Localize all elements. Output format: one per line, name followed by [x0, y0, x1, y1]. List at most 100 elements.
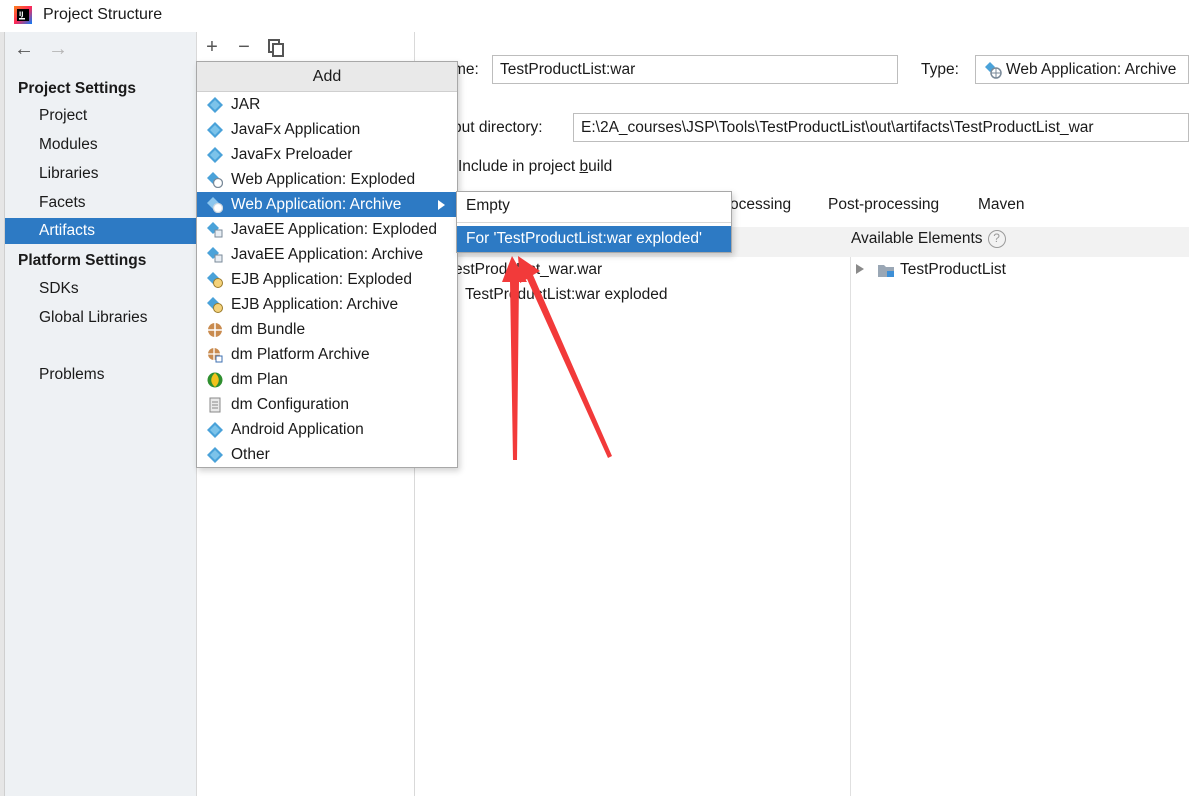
add-menu-title: Add — [197, 62, 457, 92]
platform-archive-icon — [208, 348, 223, 363]
module-folder-icon — [878, 265, 894, 277]
menu-item-label: Android Application — [231, 421, 364, 438]
ejb-artifact-icon — [207, 272, 223, 288]
menu-item-label: dm Bundle — [231, 321, 306, 338]
tab-post-processing[interactable]: Post-processing — [828, 196, 939, 214]
menu-item-javaee-application-archive[interactable]: JavaEE Application: Archive — [197, 242, 457, 267]
back-arrow-icon[interactable]: ← — [13, 38, 35, 60]
bundle-icon — [208, 323, 222, 337]
submenu-item-for-exploded[interactable]: For 'TestProductList:war exploded' — [457, 226, 731, 252]
sidebar-item-global-libraries[interactable]: Global Libraries — [5, 305, 196, 331]
configuration-icon — [209, 397, 221, 413]
available-elements-header: Available Elements ? — [851, 230, 1006, 248]
artifact-diamond-icon — [207, 147, 223, 163]
menu-item-android-application[interactable]: Android Application — [197, 417, 457, 442]
menu-item-label: JavaFx Preloader — [231, 146, 353, 163]
include-in-build-checkbox-label[interactable]: Include in project build — [458, 158, 612, 176]
menu-item-javafx-preloader[interactable]: JavaFx Preloader — [197, 142, 457, 167]
web-artifact-icon — [985, 61, 1002, 79]
output-directory-label: put directory: — [453, 119, 543, 136]
web-artifact-icon — [207, 197, 223, 213]
type-label: Type: — [921, 61, 959, 78]
output-tree-exploded-item[interactable]: TestProductList:war exploded — [465, 286, 667, 304]
sidebar-item-project[interactable]: Project — [5, 103, 196, 129]
javaee-artifact-icon — [207, 247, 223, 263]
sidebar-item-facets[interactable]: Facets — [5, 190, 196, 216]
output-tree-war-file[interactable]: estProduList_war.war — [454, 261, 602, 279]
tab-pre-processing[interactable]: ocessing — [730, 196, 791, 214]
menu-item-web-application-exploded[interactable]: Web Application: Exploded — [197, 167, 457, 192]
title-bar: IJ Project Structure — [0, 0, 1189, 32]
navigation-arrows: ← → — [13, 38, 69, 60]
forward-arrow-icon: → — [48, 38, 68, 60]
menu-item-jar[interactable]: JAR — [197, 92, 457, 117]
war-file-label-head: estProdu — [454, 261, 517, 278]
artifact-diamond-icon — [207, 422, 223, 438]
pane-divider[interactable] — [850, 257, 851, 796]
sidebar-item-libraries[interactable]: Libraries — [5, 161, 196, 187]
svg-text:IJ: IJ — [19, 11, 23, 18]
menu-item-javaee-application-exploded[interactable]: JavaEE Application: Exploded — [197, 217, 457, 242]
exploded-label-head: TestProd — [465, 286, 527, 303]
menu-item-label: JavaFx Application — [231, 121, 361, 138]
menu-item-ejb-application-archive[interactable]: EJB Application: Archive — [197, 292, 457, 317]
submenu-separator — [457, 222, 731, 223]
menu-item-label: JAR — [231, 96, 261, 113]
artifact-editor: me: TestProductList:war Type: Web Applic… — [416, 32, 1189, 796]
remove-icon[interactable]: − — [235, 36, 253, 58]
menu-item-label: Other — [231, 446, 270, 463]
add-artifact-menu: Add JAR JavaFx Application JavaFx Preloa… — [196, 61, 458, 468]
copy-icon[interactable] — [267, 36, 285, 58]
type-combobox[interactable]: Web Application: Archive — [975, 55, 1189, 84]
name-field[interactable]: TestProductList:war — [492, 55, 898, 84]
sidebar-item-artifacts[interactable]: Artifacts — [5, 218, 196, 244]
exploded-label-tail: uctList:war exploded — [526, 286, 668, 303]
web-artifact-icon — [207, 172, 223, 188]
sidebar-item-modules[interactable]: Modules — [5, 132, 196, 158]
platform-settings-header: Platform Settings — [18, 252, 147, 269]
ejb-artifact-icon — [207, 297, 223, 313]
add-icon[interactable]: + — [203, 36, 221, 58]
menu-item-label: EJB Application: Archive — [231, 296, 399, 313]
menu-item-dm-bundle[interactable]: dm Bundle — [197, 317, 457, 342]
war-file-label-tail: List_war.war — [516, 261, 603, 278]
menu-item-dm-configuration[interactable]: dm Configuration — [197, 392, 457, 417]
submenu-arrow-icon — [438, 200, 445, 210]
available-elements-label: Available Elements — [851, 230, 983, 247]
plan-icon — [207, 372, 223, 388]
artifact-diamond-icon — [207, 447, 223, 463]
menu-item-other[interactable]: Other — [197, 442, 457, 467]
intellij-logo-icon: IJ — [14, 6, 32, 24]
menu-item-label: dm Configuration — [231, 396, 350, 413]
include-label-mnemonic: b — [579, 158, 589, 175]
output-directory-field[interactable]: E:\2A_courses\JSP\Tools\TestProductList\… — [573, 113, 1189, 142]
artifacts-toolbar: + − — [203, 36, 285, 58]
menu-item-web-application-archive[interactable]: Web Application: Archive — [197, 192, 457, 217]
menu-item-label: JavaEE Application: Exploded — [231, 221, 437, 238]
artifact-diamond-icon — [207, 122, 223, 138]
web-archive-submenu: Empty For 'TestProductList:war exploded' — [456, 191, 732, 253]
available-tree-module[interactable]: TestProductList — [900, 261, 1006, 279]
menu-item-label: EJB Application: Exploded — [231, 271, 412, 288]
project-settings-header: Project Settings — [18, 80, 136, 97]
menu-item-ejb-application-exploded[interactable]: EJB Application: Exploded — [197, 267, 457, 292]
menu-item-dm-plan[interactable]: dm Plan — [197, 367, 457, 392]
menu-item-javafx-application[interactable]: JavaFx Application — [197, 117, 457, 142]
menu-item-label: Web Application: Exploded — [231, 171, 416, 188]
menu-item-label: Web Application: Archive — [231, 196, 402, 213]
sidebar-item-problems[interactable]: Problems — [5, 362, 196, 388]
type-combobox-value: Web Application: Archive — [1006, 61, 1177, 78]
menu-item-label: JavaEE Application: Archive — [231, 246, 424, 263]
menu-item-label: dm Platform Archive — [231, 346, 370, 363]
help-icon[interactable]: ? — [987, 230, 1006, 248]
sidebar-item-sdks[interactable]: SDKs — [5, 276, 196, 302]
expand-arrow-icon[interactable] — [856, 264, 864, 274]
tab-maven[interactable]: Maven — [978, 196, 1025, 214]
include-label-prefix: Include in project — [458, 158, 580, 175]
window-title: Project Structure — [43, 6, 163, 23]
submenu-item-empty[interactable]: Empty — [457, 193, 731, 219]
menu-item-dm-platform-archive[interactable]: dm Platform Archive — [197, 342, 457, 367]
artifact-diamond-icon — [207, 97, 223, 113]
include-label-suffix: uild — [588, 158, 613, 175]
javaee-artifact-icon — [207, 222, 223, 238]
